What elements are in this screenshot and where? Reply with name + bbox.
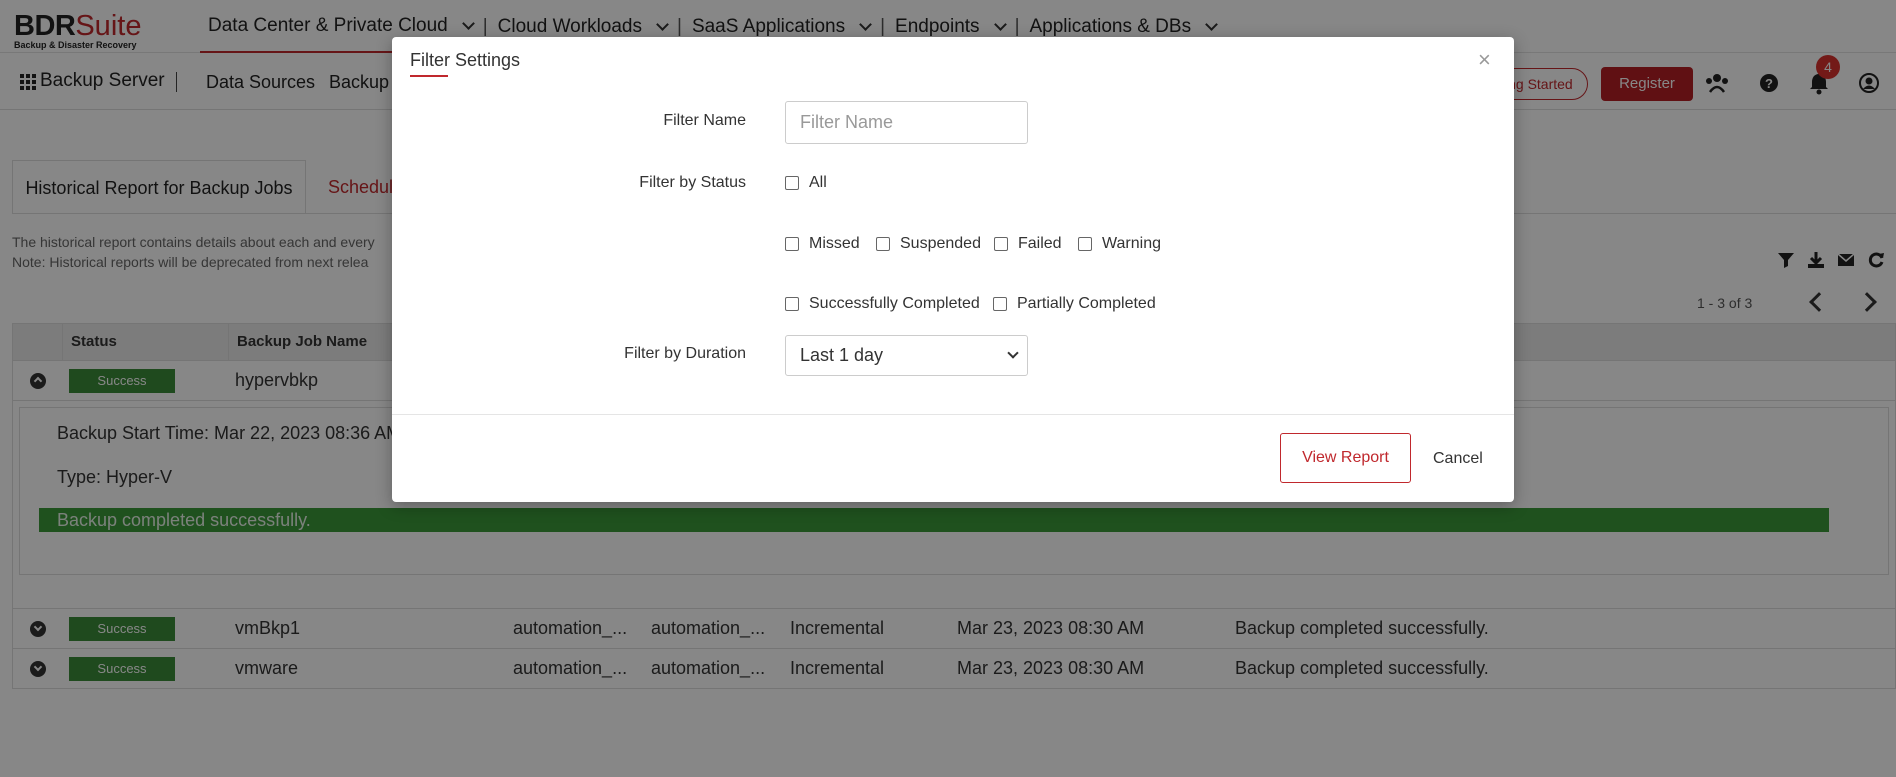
status-suspended-checkbox[interactable]: Suspended [876,235,981,253]
checkbox-label: Warning [1102,235,1161,252]
status-successfully-completed-checkbox[interactable]: Successfully Completed [785,295,980,313]
dialog-footer-divider [392,414,1514,415]
status-missed-checkbox[interactable]: Missed [785,235,860,253]
view-report-button[interactable]: View Report [1280,433,1411,483]
checkbox-box [994,237,1008,251]
checkbox-box [785,176,799,190]
close-icon[interactable]: × [1478,47,1491,73]
checkbox-label: Failed [1018,235,1062,252]
chevron-down-icon [1007,347,1019,359]
checkbox-label: All [809,174,827,191]
checkbox-box [993,297,1007,311]
status-all-checkbox[interactable]: All [785,174,827,192]
checkbox-box [785,237,799,251]
filter-settings-dialog: Filter Settings × Filter Name Filter Nam… [392,37,1514,502]
checkbox-box [1078,237,1092,251]
status-failed-checkbox[interactable]: Failed [994,235,1062,253]
title-underline [410,75,448,77]
checkbox-label: Missed [809,235,860,252]
status-warning-checkbox[interactable]: Warning [1078,235,1161,253]
status-partially-completed-checkbox[interactable]: Partially Completed [993,295,1156,313]
checkbox-box [785,297,799,311]
filter-duration-label: Filter by Duration [624,345,746,362]
filter-status-label: Filter by Status [639,174,746,191]
duration-select[interactable]: Last 1 day [785,335,1028,376]
cancel-button[interactable]: Cancel [1433,450,1483,468]
filter-name-label: Filter Name [663,112,746,129]
checkbox-label: Suspended [900,235,981,252]
dialog-title: Filter Settings [410,50,521,70]
filter-name-input[interactable]: Filter Name [785,101,1028,144]
duration-value: Last 1 day [800,345,884,365]
checkbox-box [876,237,890,251]
checkbox-label: Successfully Completed [809,295,980,312]
checkbox-label: Partially Completed [1017,295,1156,312]
